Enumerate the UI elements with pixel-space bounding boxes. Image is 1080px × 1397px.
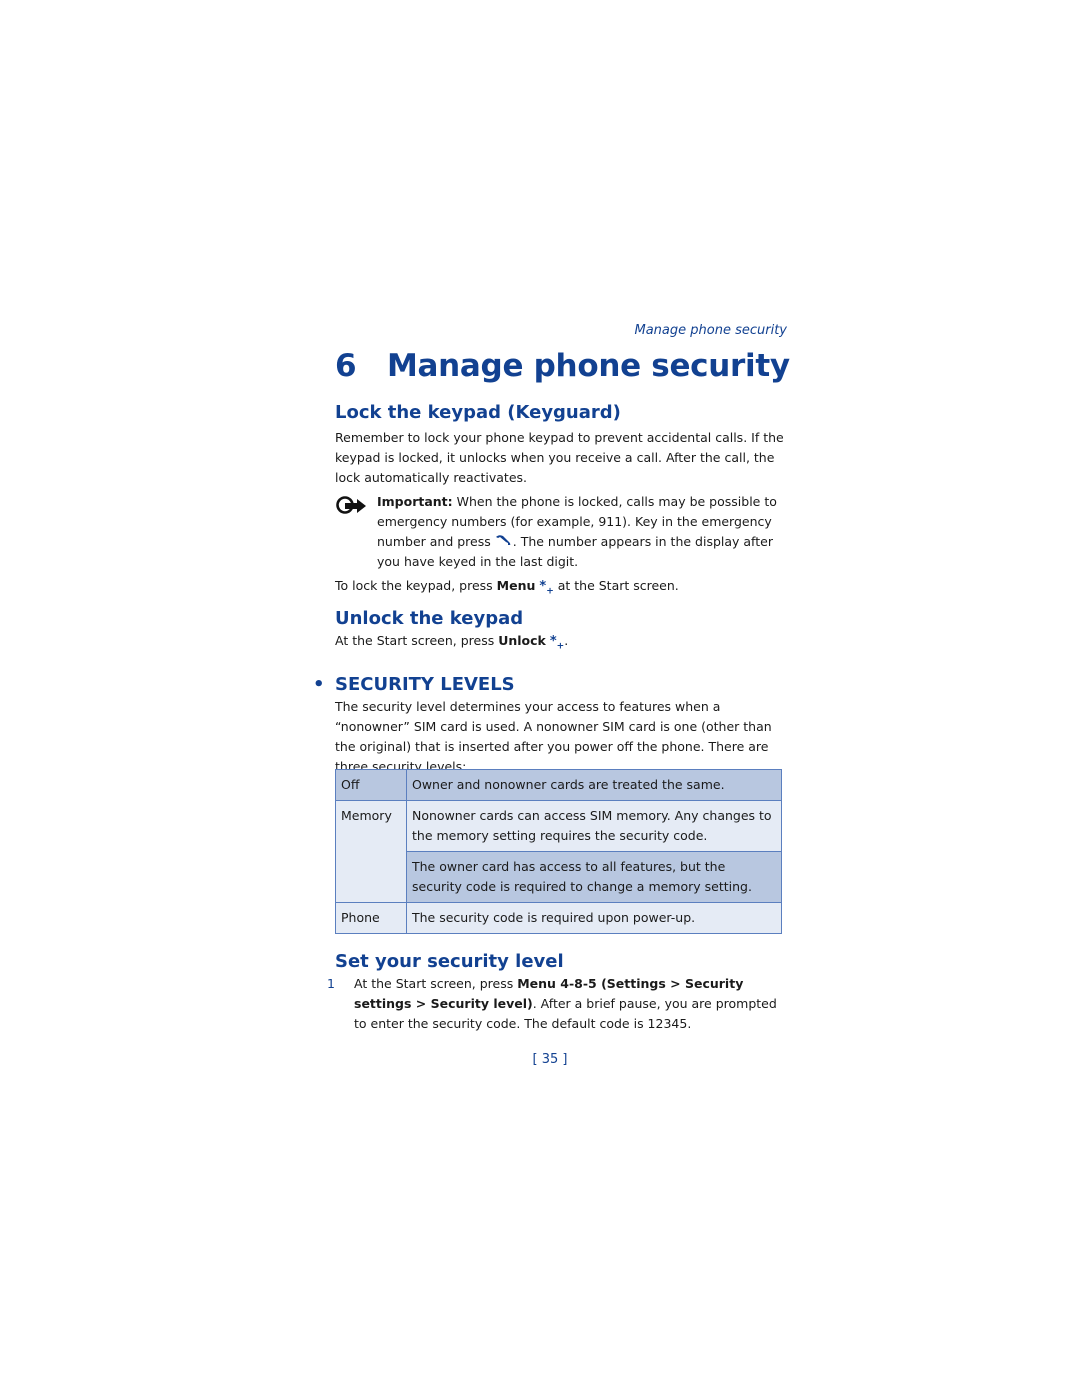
level-description: Nonowner cards can access SIM memory. An… — [406, 800, 782, 852]
unlock-instruction: At the Start screen, press Unlock *+. — [335, 631, 787, 657]
lock-keypad-heading: Lock the keypad (Keyguard) — [335, 402, 621, 423]
step-number: 1 — [327, 976, 335, 991]
table-row: Phone The security code is required upon… — [335, 902, 782, 934]
chapter-title: 6 Manage phone security — [335, 348, 790, 384]
bullet-icon: • — [313, 674, 325, 695]
list-item: 1 At the Start screen, press Menu 4-8-5 … — [327, 974, 787, 1034]
lock-instruction: To lock the keypad, press Menu *+ at the… — [335, 576, 787, 602]
star-key-icon: *+ — [539, 579, 554, 597]
unlock-key-label: Unlock — [498, 633, 546, 648]
chapter-title-text: Manage phone security — [387, 348, 790, 384]
running-head: Manage phone security — [634, 323, 788, 338]
note-label: Important: — [377, 494, 453, 509]
lock-keypad-body: Remember to lock your phone keypad to pr… — [335, 430, 784, 485]
important-note: Important: When the phone is locked, cal… — [335, 492, 787, 572]
chapter-number: 6 — [335, 348, 357, 384]
step-text-pre: At the Start screen, press — [354, 976, 518, 991]
unlock-instr-post: . — [564, 633, 569, 648]
set-security-level-heading: Set your security level — [335, 951, 564, 972]
page-number: [ 35 ] — [532, 1052, 568, 1067]
lock-instr-post: at the Start screen. — [553, 578, 679, 593]
level-label: Memory — [335, 800, 407, 903]
unlock-instr-pre: At the Start screen, press — [335, 633, 499, 648]
security-levels-body: The security level determines your acces… — [335, 699, 772, 774]
call-key-icon — [495, 535, 511, 545]
star-key-icon: *+ — [549, 634, 565, 652]
level-description: The owner card has access to all feature… — [406, 851, 782, 903]
level-description: The security code is required upon power… — [406, 902, 782, 934]
security-levels-table: Off Owner and nonowner cards are treated… — [335, 769, 782, 934]
table-row: Off Owner and nonowner cards are treated… — [335, 769, 782, 801]
table-row: Memory Nonowner cards can access SIM mem… — [335, 800, 782, 903]
unlock-keypad-heading: Unlock the keypad — [335, 608, 524, 629]
security-levels-heading-text: SECURITY LEVELS — [335, 674, 515, 695]
level-description: Owner and nonowner cards are treated the… — [406, 769, 782, 801]
lock-instr-pre: To lock the keypad, press — [335, 578, 497, 593]
steps-list: 1 At the Start screen, press Menu 4-8-5 … — [327, 974, 787, 1034]
security-levels-heading: • SECURITY LEVELS — [313, 674, 515, 695]
important-note-icon — [336, 496, 366, 514]
menu-key-label: Menu — [496, 578, 536, 593]
level-label: Phone — [335, 902, 407, 934]
level-label: Off — [335, 769, 407, 801]
